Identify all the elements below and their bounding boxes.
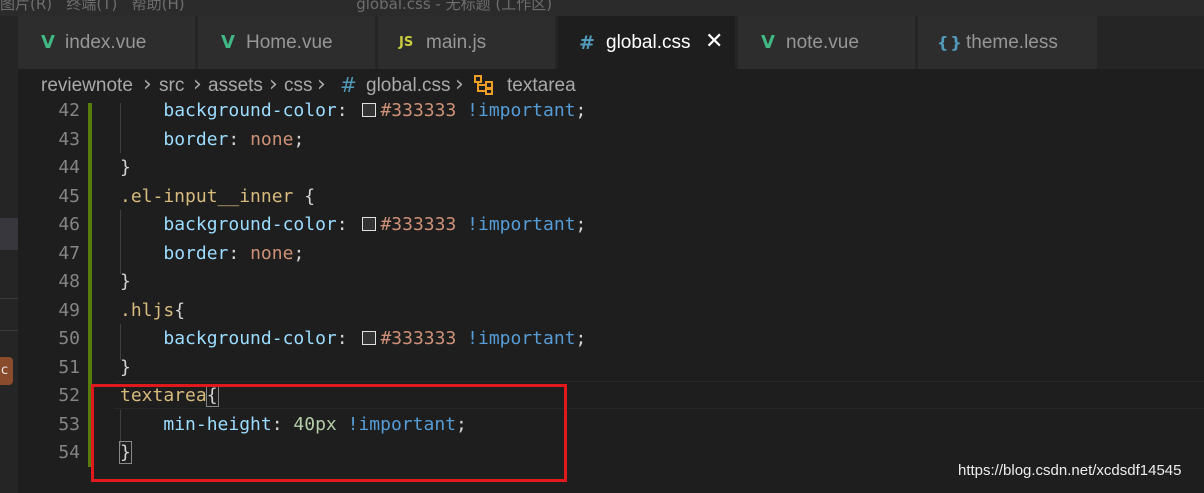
line-content: background-color: #333333 !important; bbox=[163, 100, 587, 121]
css-property: background-color bbox=[163, 214, 337, 235]
line-content: } bbox=[120, 157, 131, 178]
breadcrumb-item-src[interactable]: src bbox=[159, 75, 184, 97]
css-hash-icon: # bbox=[340, 73, 357, 97]
css-property: background-color bbox=[163, 328, 337, 349]
line-number: 44 bbox=[58, 157, 80, 178]
close-icon[interactable]: ✕ bbox=[705, 30, 723, 54]
chevron-right-icon: › bbox=[317, 72, 326, 97]
line-content: border: none; bbox=[163, 243, 305, 264]
tab-global-css[interactable]: # global.css ✕ bbox=[558, 16, 736, 69]
css-color-value: #333333 bbox=[380, 328, 457, 349]
line-number: 50 bbox=[58, 328, 80, 349]
line-number: 49 bbox=[58, 300, 80, 321]
color-swatch[interactable] bbox=[362, 217, 377, 231]
tab-label: note.vue bbox=[786, 32, 859, 53]
breadcrumb-item-reviewnote[interactable]: reviewnote bbox=[41, 75, 133, 97]
watermark: https://blog.csdn.net/xcdsdf14545 bbox=[958, 462, 1182, 479]
code-line: 48 } bbox=[18, 268, 1204, 296]
symbol-class-icon bbox=[473, 74, 495, 96]
line-content: .hljs{ bbox=[120, 300, 186, 321]
color-swatch[interactable] bbox=[362, 331, 377, 345]
chevron-right-icon: › bbox=[193, 72, 202, 97]
line-number: 51 bbox=[58, 357, 80, 378]
tab-theme-less[interactable]: {} theme.less bbox=[918, 16, 1098, 69]
color-swatch[interactable] bbox=[362, 103, 377, 117]
breadcrumb-item-global-css[interactable]: global.css bbox=[366, 75, 451, 97]
js-icon: JS bbox=[399, 35, 414, 50]
tab-home-vue[interactable]: V Home.vue bbox=[198, 16, 376, 69]
code-line: 46 background-color: #333333 !important; bbox=[18, 211, 1204, 239]
tab-note-vue[interactable]: V note.vue bbox=[738, 16, 916, 69]
code-line: 50 background-color: #333333 !important; bbox=[18, 325, 1204, 353]
tab-label: main.js bbox=[426, 32, 487, 53]
important-keyword: !important bbox=[467, 214, 576, 235]
chevron-right-icon: › bbox=[143, 72, 152, 97]
activity-bar-divider bbox=[0, 330, 18, 331]
chevron-right-icon: › bbox=[269, 72, 278, 97]
css-value: none bbox=[250, 129, 294, 150]
activity-bar: c bbox=[0, 16, 18, 493]
title-bar: 图片(R) 终端(T) 帮助(H) global.css - 无标题 (工作区) bbox=[0, 0, 1204, 16]
css-color-value: #333333 bbox=[380, 100, 457, 121]
vue-icon: V bbox=[761, 32, 775, 53]
tab-main-js[interactable]: JS main.js bbox=[378, 16, 556, 69]
line-number: 48 bbox=[58, 271, 80, 292]
css-selector: .el-input__inner bbox=[120, 186, 294, 207]
code-line: 51 } bbox=[18, 354, 1204, 382]
line-content: } bbox=[120, 357, 131, 378]
editor-tabs: V index.vue V Home.vue JS main.js # glob… bbox=[18, 16, 1204, 69]
code-line: 44 } bbox=[18, 154, 1204, 182]
breadcrumb-item-textarea[interactable]: textarea bbox=[507, 75, 576, 97]
css-color-value: #333333 bbox=[380, 214, 457, 235]
line-number: 46 bbox=[58, 214, 80, 235]
tab-index-vue[interactable]: V index.vue bbox=[18, 16, 196, 69]
css-property: border bbox=[163, 243, 229, 264]
tab-label: theme.less bbox=[966, 32, 1058, 53]
code-line: 42 background-color: #333333 !important; bbox=[18, 97, 1204, 125]
css-value: none bbox=[250, 243, 294, 264]
breadcrumb-item-css[interactable]: css bbox=[284, 75, 313, 97]
less-icon: {} bbox=[937, 33, 964, 52]
line-number: 42 bbox=[58, 100, 80, 121]
code-line: 47 border: none; bbox=[18, 240, 1204, 268]
line-content: background-color: #333333 !important; bbox=[163, 328, 587, 349]
activity-bar-badge[interactable]: c bbox=[0, 357, 13, 385]
line-content: .el-input__inner { bbox=[120, 186, 316, 207]
tab-label: index.vue bbox=[65, 32, 147, 53]
line-content: background-color: #333333 !important; bbox=[163, 214, 587, 235]
chevron-right-icon: › bbox=[455, 72, 464, 97]
breadcrumb-item-assets[interactable]: assets bbox=[208, 75, 263, 97]
important-keyword: !important bbox=[467, 100, 576, 121]
tab-label: global.css bbox=[606, 32, 691, 53]
code-line: 43 border: none; bbox=[18, 126, 1204, 154]
line-number: 53 bbox=[58, 414, 80, 435]
important-keyword: !important bbox=[467, 328, 576, 349]
annotation-highlight-box bbox=[91, 384, 567, 482]
line-number: 52 bbox=[58, 385, 80, 406]
vue-icon: V bbox=[41, 32, 55, 53]
activity-bar-selected-item[interactable] bbox=[0, 218, 18, 250]
line-number: 45 bbox=[58, 186, 80, 207]
vue-icon: V bbox=[221, 32, 235, 53]
line-number: 54 bbox=[58, 442, 80, 463]
css-icon: # bbox=[579, 32, 595, 54]
line-content: border: none; bbox=[163, 129, 305, 150]
css-selector: .hljs bbox=[120, 300, 175, 321]
line-content: } bbox=[120, 271, 131, 292]
css-property: background-color bbox=[163, 100, 337, 121]
tab-label: Home.vue bbox=[246, 32, 333, 53]
activity-bar-divider bbox=[0, 298, 18, 299]
code-line: 49 .hljs{ bbox=[18, 297, 1204, 325]
line-number: 43 bbox=[58, 129, 80, 150]
line-number: 47 bbox=[58, 243, 80, 264]
title-bar-text: 图片(R) 终端(T) 帮助(H) global.css - 无标题 (工作区) bbox=[0, 0, 553, 13]
code-line: 45 .el-input__inner { bbox=[18, 183, 1204, 211]
css-property: border bbox=[163, 129, 229, 150]
